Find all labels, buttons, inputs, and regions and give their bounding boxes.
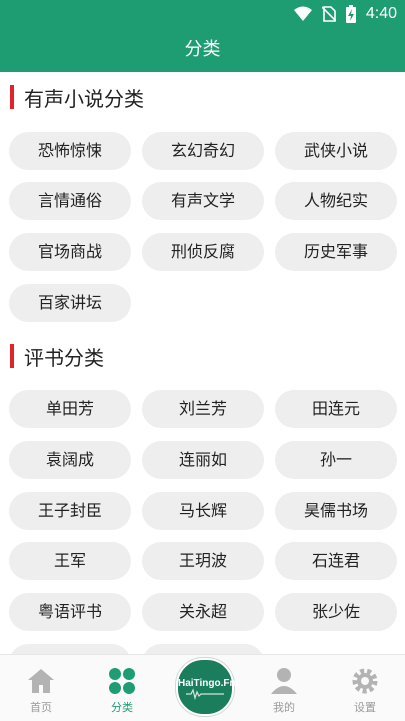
category-chip[interactable]: 昊儒书场 xyxy=(275,492,397,530)
category-chip[interactable]: 言情通俗 xyxy=(9,182,131,220)
category-chip[interactable]: 单田芳 xyxy=(9,390,131,428)
category-chip[interactable]: 粤语评书 xyxy=(9,593,131,631)
nav-label: 我的 xyxy=(273,701,295,714)
section-title-storytelling: 评书分类 xyxy=(10,343,104,370)
person-icon xyxy=(271,668,297,694)
category-chip[interactable]: 孙一 xyxy=(275,441,397,479)
section-title-text: 有声小说分类 xyxy=(24,86,144,111)
category-chip[interactable]: 石连君 xyxy=(275,542,397,580)
category-chip-partial[interactable] xyxy=(142,644,264,654)
no-sim-icon xyxy=(321,6,336,22)
player-disc-button[interactable]: HaiTingo.Fm xyxy=(176,658,239,716)
category-chip[interactable]: 田连元 xyxy=(275,390,397,428)
nav-home[interactable]: 首页 xyxy=(11,663,71,719)
gear-icon xyxy=(352,668,378,694)
section-accent-bar xyxy=(10,344,14,368)
category-list[interactable]: 有声小说分类 恐怖惊悚 玄幻奇幻 武侠小说 言情通俗 有声文学 人物纪实 官场商… xyxy=(0,72,405,654)
category-chip[interactable]: 历史军事 xyxy=(275,233,397,271)
nav-label: 设置 xyxy=(354,701,376,714)
category-chip[interactable]: 百家讲坛 xyxy=(9,284,131,322)
section-title-audiobook: 有声小说分类 xyxy=(10,84,144,111)
category-chip[interactable]: 玄幻奇幻 xyxy=(142,132,264,170)
category-chip[interactable]: 王军 xyxy=(9,542,131,580)
category-chip-partial[interactable] xyxy=(9,644,131,654)
category-chip[interactable]: 武侠小说 xyxy=(275,132,397,170)
category-chip[interactable]: 有声文学 xyxy=(142,182,264,220)
category-chip[interactable]: 关永超 xyxy=(142,593,264,631)
category-chip[interactable]: 恐怖惊悚 xyxy=(9,132,131,170)
section-accent-bar xyxy=(10,85,14,109)
section-title-text: 评书分类 xyxy=(24,345,104,370)
player-brand-label: HaiTingo.Fm xyxy=(178,678,239,689)
category-chip[interactable]: 王子封臣 xyxy=(9,492,131,530)
category-chip[interactable]: 连丽如 xyxy=(142,441,264,479)
category-grid-icon xyxy=(109,668,135,694)
nav-settings[interactable]: 设置 xyxy=(335,663,395,719)
category-chip[interactable]: 刑侦反腐 xyxy=(142,233,264,271)
category-chip[interactable]: 人物纪实 xyxy=(275,182,397,220)
category-chip[interactable]: 刘兰芳 xyxy=(142,390,264,428)
battery-charging-icon xyxy=(345,5,356,23)
home-icon xyxy=(28,669,54,693)
status-icons: 4:40 xyxy=(293,4,397,24)
category-chip[interactable]: 马长辉 xyxy=(142,492,264,530)
app-bar-title: 分类 xyxy=(0,28,405,72)
category-chip[interactable]: 张少佐 xyxy=(275,593,397,631)
wifi-icon xyxy=(293,6,312,21)
nav-label: 分类 xyxy=(111,701,133,714)
status-time: 4:40 xyxy=(365,5,397,22)
nav-category[interactable]: 分类 xyxy=(92,663,152,719)
status-bar: 4:40 xyxy=(0,0,405,28)
category-chip[interactable]: 袁阔成 xyxy=(9,441,131,479)
category-chip[interactable]: 王玥波 xyxy=(142,542,264,580)
nav-label: 首页 xyxy=(30,701,52,714)
nav-mine[interactable]: 我的 xyxy=(254,663,314,719)
category-chip[interactable]: 官场商战 xyxy=(9,233,131,271)
